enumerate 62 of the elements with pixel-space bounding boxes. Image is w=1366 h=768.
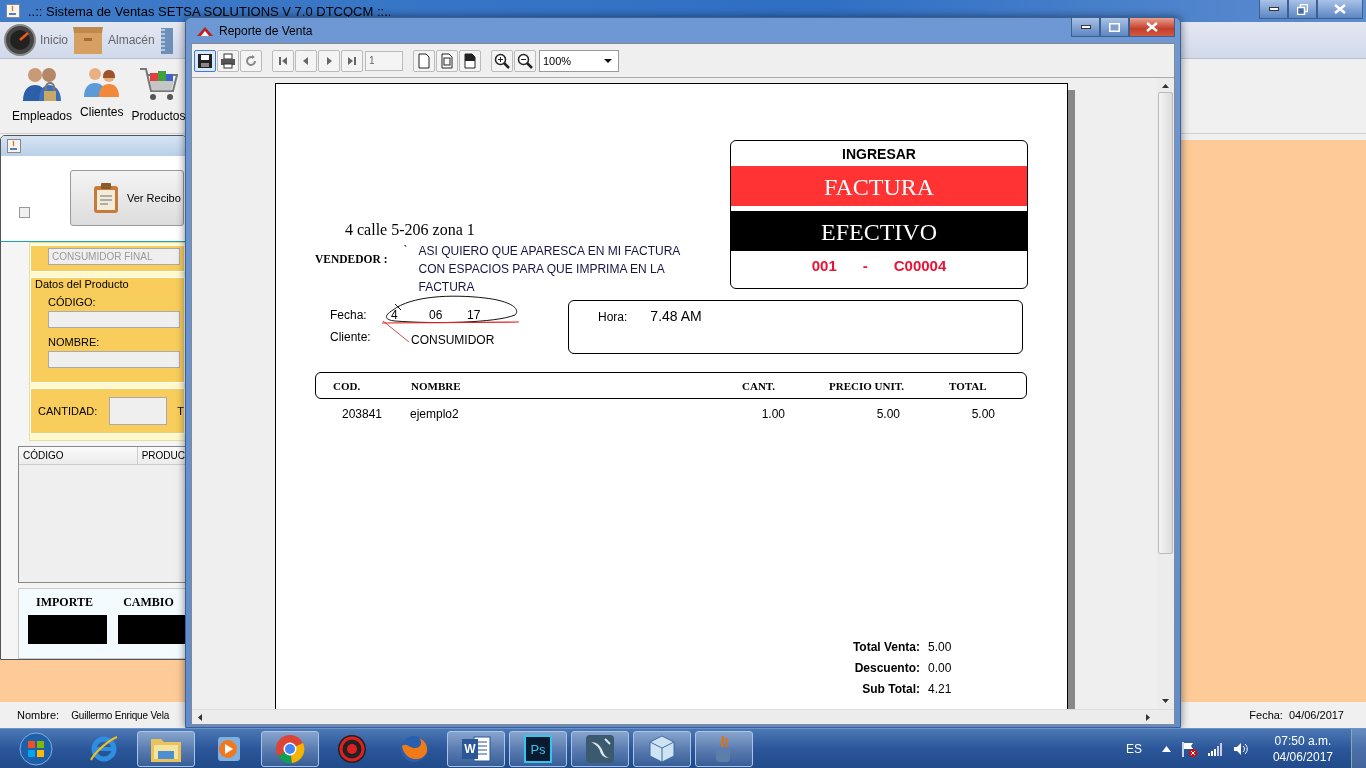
toolbar-button[interactable]: Productos [131,65,186,123]
toolbar-button[interactable]: Clientes [80,65,124,119]
column-header: TOTAL [949,379,987,392]
total-label: Total Venta: [852,640,920,654]
time-label: Hora: [598,310,628,324]
status-label: Nombre: [17,709,60,721]
time-value: 7.48 AM [650,308,702,324]
toolbar-button[interactable]: Empleados [12,65,73,123]
address-text: 4 calle 5-206 zona 1 [345,221,476,239]
menu-item[interactable]: Almacén [72,24,155,56]
column-header: CANT. [742,379,776,392]
date-value: 06 [428,308,444,322]
separator-text: - [862,257,868,274]
column-header[interactable]: CÓDIGO [19,446,138,464]
date-label: Fecha: [330,308,368,322]
invoice-heading: INGRESAR [842,146,916,164]
group-title: Datos del Producto [35,277,130,290]
total-label: Sub Total: [862,682,920,696]
window-title: ..:: Sistema de Ventas SETSA SOLUTIONS V 7.0 DTCQCM ::.. [28,3,392,19]
date-value: 17 [466,308,482,322]
clock[interactable]: 07:50 a.m. 04/06/2017 [1272,733,1333,765]
payment-type-band: EFECTIVO [731,211,1027,251]
total-label: Descuento: [854,661,920,675]
menu-item[interactable]: Inicio [4,24,68,56]
field-label: CÓDIGO: [48,295,97,308]
status-label: Fecha: [1249,709,1283,721]
taskbar-button[interactable]: W [447,731,505,767]
client-value: CONSUMIDOR [410,332,496,347]
receipt-button[interactable]: Ver Recibo [70,170,184,227]
note-text: ASI QUIERO QUE APARESCA EN MI FACTURA CON ESPACIOS PARA QUE IMPRIMA EN LA FACTURA [418,243,681,296]
invoice-series: 001 [811,257,837,274]
table-cell: 1.00 [761,407,785,421]
status-value: 04/06/2017 [1288,709,1344,721]
table-cell: 5.00 [971,407,995,421]
table-cell-text: 203841 [341,407,383,421]
table-cell: ejemplo2 [410,407,459,421]
page-number-field[interactable]: 1 [365,50,403,71]
column-header[interactable]: PRODUC [137,446,185,464]
total-value: 4.21 [928,682,953,696]
column-header: COD. [333,379,361,392]
window-title: Reporte de Venta [219,23,313,38]
photoshop-icon: Ps [523,734,553,764]
field-label: NOMBRE: [48,335,101,348]
field-label: T [177,404,184,417]
date-value: 4 [390,308,399,322]
invoice-number: C00004 [893,257,947,274]
payment-label: CAMBIO [122,594,175,610]
client-label: Cliente: [330,330,372,346]
status-value: Guillermo Enrique Vela [71,709,170,721]
zoom-dropdown[interactable]: 100% [539,49,619,72]
table-cell: 5.00 [876,407,900,421]
language-indicator[interactable]: ES [1125,742,1142,756]
seller-label: VENDEDOR : [315,253,388,265]
column-header: PRECIO UNIT. [829,379,904,392]
column-header: NOMBRE [411,379,461,392]
field-label: CANTIDAD: [38,404,98,417]
taskbar-button[interactable]: Ps [509,731,567,767]
total-value: 5.00 [928,640,953,654]
seller-mark: ` [403,244,409,258]
document-type-band: FACTURA [731,166,1027,206]
payment-label: IMPORTE [35,594,94,610]
total-value: 0.00 [928,661,953,675]
